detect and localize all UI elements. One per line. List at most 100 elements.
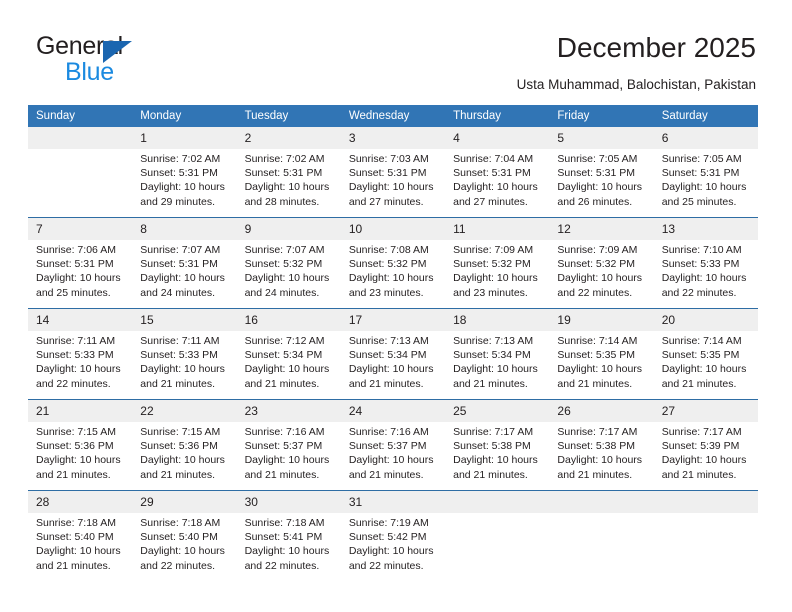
day-sun-info: Sunrise: 7:13 AM Sunset: 5:34 PM Daylight:… bbox=[445, 331, 549, 391]
calendar-day-cell[interactable]: 18 Sunrise: 7:13 AM Sunset: 5:34 PM Dayligh… bbox=[445, 308, 550, 400]
day-number: 15 bbox=[132, 309, 237, 331]
sunrise-text: Sunrise: 7:03 AM bbox=[348, 153, 429, 165]
daylight-text-line2: and 21 minutes. bbox=[453, 377, 528, 390]
calendar-day-cell[interactable]: 26 Sunrise: 7:17 AM Sunset: 5:38 PM Dayligh… bbox=[549, 399, 654, 491]
calendar-day-cell[interactable]: 8 Sunrise: 7:07 AM Sunset: 5:31 PM Daylight… bbox=[132, 217, 237, 309]
calendar-day-cell[interactable]: 5 Sunrise: 7:05 AM Sunset: 5:31 PM Daylight… bbox=[549, 127, 654, 218]
calendar-body: 1 Sunrise: 7:02 AM Sunset: 5:31 PM Daylight… bbox=[28, 127, 758, 581]
day-number: 7 bbox=[28, 218, 133, 240]
calendar-day-cell[interactable]: 15 Sunrise: 7:11 AM Sunset: 5:33 PM Dayligh… bbox=[132, 308, 237, 400]
day-number: 20 bbox=[653, 309, 758, 331]
sunrise-text: Sunrise: 7:12 AM bbox=[244, 335, 325, 347]
sunset-text: Sunset: 5:36 PM bbox=[140, 440, 218, 453]
calendar-day-cell[interactable]: 22 Sunrise: 7:15 AM Sunset: 5:36 PM Dayligh… bbox=[132, 399, 237, 491]
sunset-text: Sunset: 5:41 PM bbox=[244, 531, 323, 544]
daylight-text-line2: and 22 minutes. bbox=[140, 559, 215, 572]
calendar-page: General Blue December 2025 Usta Muhammad… bbox=[0, 0, 792, 612]
calendar-day-cell[interactable]: 17 Sunrise: 7:13 AM Sunset: 5:34 PM Dayligh… bbox=[340, 308, 446, 400]
sunrise-text: Sunrise: 7:18 AM bbox=[140, 517, 221, 529]
sunrise-text: Sunrise: 7:16 AM bbox=[244, 426, 325, 438]
sunset-text: Sunset: 5:40 PM bbox=[36, 531, 114, 544]
sunrise-text: Sunrise: 7:14 AM bbox=[557, 335, 638, 347]
day-number: 31 bbox=[340, 491, 446, 513]
calendar-day-cell[interactable]: 25 Sunrise: 7:17 AM Sunset: 5:38 PM Dayligh… bbox=[445, 399, 550, 491]
daylight-text-line1: Daylight: 10 hours bbox=[140, 363, 225, 376]
day-number bbox=[445, 491, 550, 513]
calendar-day-cell[interactable]: 3 Sunrise: 7:03 AM Sunset: 5:31 PM Daylight… bbox=[340, 127, 446, 218]
sunrise-text: Sunrise: 7:10 AM bbox=[661, 244, 742, 256]
calendar-day-cell[interactable]: 9 Sunrise: 7:07 AM Sunset: 5:32 PM Daylight… bbox=[236, 217, 341, 309]
daylight-text-line1: Daylight: 10 hours bbox=[453, 454, 538, 467]
calendar-day-cell[interactable]: 29 Sunrise: 7:18 AM Sunset: 5:40 PM Dayligh… bbox=[132, 490, 237, 581]
day-number: 17 bbox=[340, 309, 446, 331]
day-number: 6 bbox=[653, 127, 758, 149]
sunset-text: Sunset: 5:37 PM bbox=[348, 440, 427, 453]
calendar-day-cell[interactable]: 28 Sunrise: 7:18 AM Sunset: 5:40 PM Dayligh… bbox=[28, 490, 133, 581]
sunrise-text: Sunrise: 7:13 AM bbox=[453, 335, 534, 347]
calendar-day-cell[interactable]: 12 Sunrise: 7:09 AM Sunset: 5:32 PM Dayligh… bbox=[549, 217, 654, 309]
calendar-day-cell[interactable]: 30 Sunrise: 7:18 AM Sunset: 5:41 PM Dayligh… bbox=[236, 490, 341, 581]
day-number bbox=[653, 491, 758, 513]
daylight-text-line2: and 23 minutes. bbox=[453, 286, 528, 299]
calendar-day-cell[interactable]: 31 Sunrise: 7:19 AM Sunset: 5:42 PM Dayligh… bbox=[340, 490, 446, 581]
day-sun-info: Sunrise: 7:16 AM Sunset: 5:37 PM Daylight:… bbox=[341, 422, 445, 482]
daylight-text-line1: Daylight: 10 hours bbox=[140, 545, 225, 558]
calendar-day-cell[interactable]: 16 Sunrise: 7:12 AM Sunset: 5:34 PM Dayligh… bbox=[236, 308, 341, 400]
daylight-text-line2: and 21 minutes. bbox=[36, 468, 111, 481]
calendar-day-cell[interactable]: 21 Sunrise: 7:15 AM Sunset: 5:36 PM Dayligh… bbox=[28, 399, 133, 491]
sunset-text: Sunset: 5:31 PM bbox=[36, 258, 114, 271]
calendar-day-cell[interactable]: 2 Sunrise: 7:02 AM Sunset: 5:31 PM Daylight… bbox=[236, 127, 341, 218]
day-number: 2 bbox=[236, 127, 341, 149]
calendar-day-cell[interactable]: 20 Sunrise: 7:14 AM Sunset: 5:35 PM Dayligh… bbox=[653, 308, 758, 400]
calendar-day-cell[interactable]: 19 Sunrise: 7:14 AM Sunset: 5:35 PM Dayligh… bbox=[549, 308, 654, 400]
day-number: 10 bbox=[340, 218, 446, 240]
calendar-day-cell[interactable]: 4 Sunrise: 7:04 AM Sunset: 5:31 PM Daylight… bbox=[445, 127, 550, 218]
general-blue-logo[interactable]: General Blue bbox=[36, 32, 206, 88]
sunrise-text: Sunrise: 7:18 AM bbox=[244, 517, 325, 529]
day-number bbox=[28, 127, 133, 149]
daylight-text-line2: and 22 minutes. bbox=[348, 559, 424, 572]
page-header: General Blue December 2025 Usta Muhammad… bbox=[0, 0, 792, 100]
day-number: 23 bbox=[236, 400, 341, 422]
day-number: 11 bbox=[445, 218, 550, 240]
calendar-day-cell[interactable]: 1 Sunrise: 7:02 AM Sunset: 5:31 PM Daylight… bbox=[132, 127, 237, 218]
calendar-day-cell[interactable] bbox=[28, 127, 133, 218]
calendar-day-cell[interactable]: 23 Sunrise: 7:16 AM Sunset: 5:37 PM Dayligh… bbox=[236, 399, 341, 491]
sunset-text: Sunset: 5:32 PM bbox=[557, 258, 636, 271]
day-sun-info: Sunrise: 7:19 AM Sunset: 5:42 PM Daylight:… bbox=[341, 513, 445, 573]
calendar-day-cell[interactable]: 24 Sunrise: 7:16 AM Sunset: 5:37 PM Dayligh… bbox=[340, 399, 446, 491]
calendar-day-cell[interactable]: 13 Sunrise: 7:10 AM Sunset: 5:33 PM Dayligh… bbox=[653, 217, 758, 309]
calendar-day-cell[interactable]: 27 Sunrise: 7:17 AM Sunset: 5:39 PM Dayligh… bbox=[653, 399, 758, 491]
sunrise-text: Sunrise: 7:09 AM bbox=[557, 244, 638, 256]
daylight-text-line1: Daylight: 10 hours bbox=[140, 272, 225, 285]
daylight-text-line2: and 21 minutes. bbox=[348, 468, 424, 481]
daylight-text-line1: Daylight: 10 hours bbox=[557, 181, 643, 194]
daylight-text-line1: Daylight: 10 hours bbox=[244, 454, 330, 467]
daylight-text-line2: and 21 minutes. bbox=[661, 468, 737, 481]
sunrise-text: Sunrise: 7:02 AM bbox=[140, 153, 221, 165]
daylight-text-line2: and 24 minutes. bbox=[140, 286, 215, 299]
day-sun-info: Sunrise: 7:02 AM Sunset: 5:31 PM Daylight:… bbox=[237, 149, 341, 209]
day-sun-info: Sunrise: 7:04 AM Sunset: 5:31 PM Daylight:… bbox=[445, 149, 549, 209]
daylight-text-line1: Daylight: 10 hours bbox=[453, 272, 538, 285]
calendar-day-cell[interactable] bbox=[549, 490, 654, 581]
calendar-day-cell[interactable]: 6 Sunrise: 7:05 AM Sunset: 5:31 PM Daylight… bbox=[653, 127, 758, 218]
daylight-text-line1: Daylight: 10 hours bbox=[557, 363, 643, 376]
calendar-day-cell[interactable]: 11 Sunrise: 7:09 AM Sunset: 5:32 PM Dayligh… bbox=[445, 217, 550, 309]
sunrise-text: Sunrise: 7:11 AM bbox=[140, 335, 220, 347]
sunrise-text: Sunrise: 7:19 AM bbox=[348, 517, 429, 529]
calendar-week-row: 7 Sunrise: 7:06 AM Sunset: 5:31 PM Daylight… bbox=[28, 217, 758, 309]
calendar-day-cell[interactable]: 14 Sunrise: 7:11 AM Sunset: 5:33 PM Dayligh… bbox=[28, 308, 133, 400]
calendar-day-cell[interactable] bbox=[445, 490, 550, 581]
calendar-day-cell[interactable]: 10 Sunrise: 7:08 AM Sunset: 5:32 PM Dayligh… bbox=[340, 217, 446, 309]
day-sun-info: Sunrise: 7:18 AM Sunset: 5:40 PM Daylight:… bbox=[132, 513, 236, 573]
daylight-text-line1: Daylight: 10 hours bbox=[661, 181, 747, 194]
daylight-text-line2: and 24 minutes. bbox=[244, 286, 320, 299]
calendar-day-cell[interactable]: 7 Sunrise: 7:06 AM Sunset: 5:31 PM Daylight… bbox=[28, 217, 133, 309]
sunrise-text: Sunrise: 7:13 AM bbox=[348, 335, 429, 347]
day-number: 28 bbox=[28, 491, 133, 513]
sunset-text: Sunset: 5:35 PM bbox=[661, 349, 740, 362]
calendar-day-cell[interactable] bbox=[653, 490, 758, 581]
daylight-text-line2: and 21 minutes. bbox=[453, 468, 528, 481]
day-sun-info: Sunrise: 7:05 AM Sunset: 5:31 PM Daylight:… bbox=[549, 149, 653, 209]
